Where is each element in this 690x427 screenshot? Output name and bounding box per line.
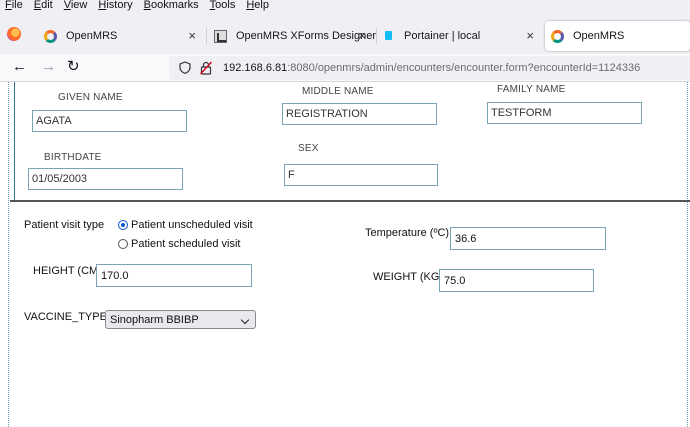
given-name-field[interactable]: AGATA (32, 110, 187, 132)
openmrs-icon (44, 29, 57, 43)
height-field[interactable]: 170.0 (96, 264, 252, 287)
back-arrow-icon[interactable]: ← (12, 59, 27, 75)
close-tab-icon[interactable]: × (358, 28, 366, 43)
url-host: 192.168.6.81 (223, 62, 288, 74)
chevron-down-icon (240, 315, 250, 325)
form-border-left (8, 82, 9, 427)
forward-arrow-icon[interactable]: → (41, 59, 56, 75)
menu-bookmarks[interactable]: Bookmarks (138, 0, 204, 12)
openmrs-icon (551, 29, 564, 43)
radio-label: Patient unscheduled visit (131, 219, 253, 231)
tab-portainer[interactable]: Portainer | local × (376, 21, 544, 51)
tab-xforms-designer[interactable]: OpenMRS XForms Designer × (206, 21, 376, 51)
navigation-bar: ← → ↻ 192.168.6.81:8080/openmrs/admin/en… (0, 54, 690, 82)
menu-view[interactable]: View (58, 0, 93, 12)
vaccine-selected-value: Sinopharm BBIBP (110, 314, 199, 326)
menu-edit[interactable]: Edit (28, 0, 58, 12)
xforms-icon (214, 29, 227, 43)
tab-title: OpenMRS XForms Designer (236, 30, 376, 42)
family-name-field[interactable]: TESTFORM (487, 102, 642, 124)
menu-file[interactable]: File (0, 0, 28, 12)
form-border-inner (14, 82, 15, 202)
menu-history[interactable]: History (92, 0, 137, 12)
menu-bar: File Edit View History Bookmarks Tools H… (0, 0, 690, 12)
birthdate-label: BIRTHDATE (44, 152, 102, 163)
tab-title: OpenMRS (573, 30, 625, 42)
radio-unscheduled-visit[interactable]: Patient unscheduled visit (118, 219, 253, 231)
birthdate-field[interactable]: 01/05/2003 (28, 168, 183, 190)
vaccine-type-label: VACCINE_TYPE1 (24, 311, 114, 323)
tab-openmrs-1[interactable]: OpenMRS × (36, 21, 206, 51)
tab-title: OpenMRS (66, 30, 118, 42)
firefox-view-icon[interactable] (7, 27, 21, 41)
menu-help[interactable]: Help (240, 0, 274, 12)
weight-field[interactable]: 75.0 (439, 269, 594, 292)
vaccine-type-select[interactable]: Sinopharm BBIBP (105, 310, 256, 329)
shield-icon[interactable] (179, 61, 191, 74)
url-path: :8080/openmrs/admin/encounters/encounter… (287, 62, 641, 74)
middle-name-label: MIDDLE NAME (302, 86, 374, 97)
portainer-icon (382, 30, 395, 43)
sex-field[interactable]: F (284, 164, 438, 186)
weight-label: WEIGHT (KG) (373, 271, 444, 283)
family-name-label: FAMILY NAME (497, 84, 566, 95)
tab-title: Portainer | local (404, 30, 481, 42)
radio-selected-indicator[interactable] (118, 220, 128, 230)
radio-label: Patient scheduled visit (131, 238, 241, 250)
sex-label: SEX (298, 143, 319, 154)
reload-icon[interactable]: ↻ (67, 59, 80, 75)
given-name-label: GIVEN NAME (58, 92, 123, 103)
form-border-right (687, 82, 688, 427)
insecure-lock-icon[interactable] (200, 61, 212, 75)
tab-strip: OpenMRS × OpenMRS XForms Designer × Port… (0, 12, 690, 54)
radio-indicator[interactable] (118, 239, 128, 249)
encounter-form: GIVEN NAME AGATA MIDDLE NAME REGISTRATIO… (0, 82, 690, 427)
temperature-label: Temperature (ºC) (365, 227, 450, 239)
section-divider (10, 200, 690, 202)
radio-scheduled-visit[interactable]: Patient scheduled visit (118, 238, 240, 250)
close-tab-icon[interactable]: × (526, 28, 534, 43)
url-bar[interactable]: 192.168.6.81:8080/openmrs/admin/encounte… (169, 56, 690, 80)
url-text[interactable]: 192.168.6.81:8080/openmrs/admin/encounte… (223, 62, 640, 74)
height-label: HEIGHT (CM) (33, 265, 102, 277)
visit-type-label: Patient visit type (24, 219, 105, 231)
temperature-field[interactable]: 36.6 (450, 227, 606, 250)
middle-name-field[interactable]: REGISTRATION (282, 103, 437, 125)
tab-openmrs-active[interactable]: OpenMRS (545, 21, 690, 51)
menu-tools[interactable]: Tools (204, 0, 241, 12)
close-tab-icon[interactable]: × (188, 28, 196, 43)
